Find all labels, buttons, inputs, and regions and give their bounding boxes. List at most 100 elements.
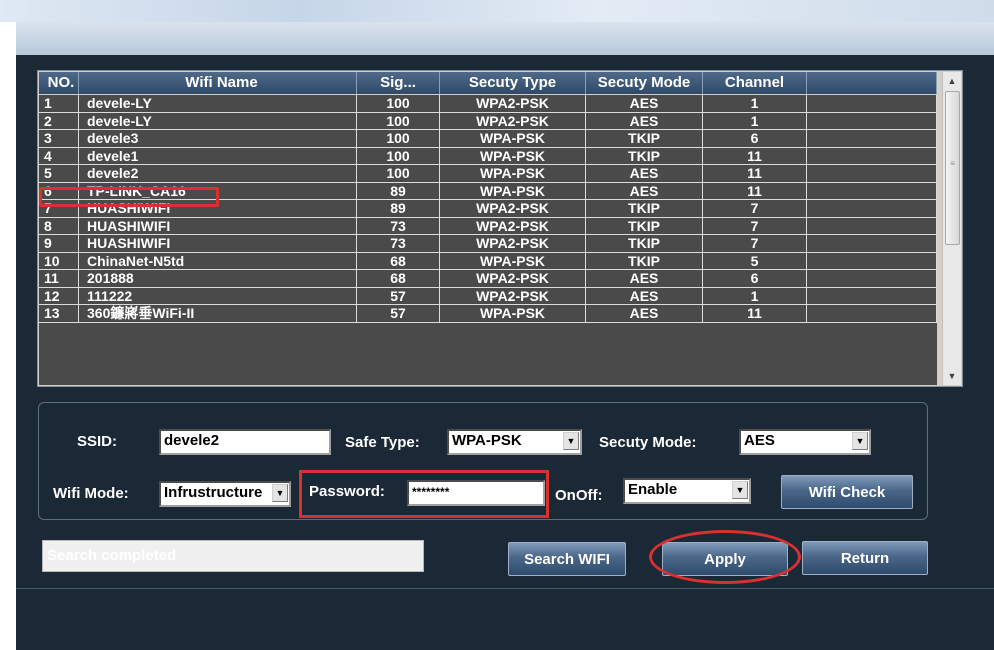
scroll-down-arrow-icon[interactable]: ▼ xyxy=(943,367,961,385)
onoff-label: OnOff: xyxy=(555,487,603,504)
safe-type-label: Safe Type: xyxy=(345,434,420,451)
table-cell: TKIP xyxy=(586,235,703,252)
table-cell: 100 xyxy=(357,147,440,164)
table-cell xyxy=(807,217,937,234)
wifi-list-table: NO. Wifi Name Sig... Secuty Type Secuty … xyxy=(37,70,963,387)
table-cell: 13 xyxy=(39,305,79,322)
column-header-wifi-name[interactable]: Wifi Name xyxy=(79,72,357,94)
column-header-blank xyxy=(807,72,937,94)
selected-network-highlight-box xyxy=(39,187,219,207)
table-row[interactable]: 12 111222 57 WPA2-PSK AES 1 xyxy=(39,287,937,305)
secuty-mode-label: Secuty Mode: xyxy=(599,434,697,451)
onoff-value: Enable xyxy=(628,481,678,498)
table-cell xyxy=(807,147,937,164)
table-cell: 10 xyxy=(39,252,79,269)
table-row[interactable]: 8 HUASHIWIFI 73 WPA2-PSK TKIP 7 xyxy=(39,217,937,235)
wifi-settings-window: NO. Wifi Name Sig... Secuty Type Secuty … xyxy=(16,22,994,650)
table-cell xyxy=(807,112,937,129)
table-cell xyxy=(807,95,937,112)
table-cell: 7 xyxy=(703,217,807,234)
wifi-mode-label: Wifi Mode: xyxy=(53,485,129,502)
table-cell: 57 xyxy=(357,305,440,322)
table-cell: 1 xyxy=(39,95,79,112)
table-cell: devele2 xyxy=(79,165,357,182)
table-cell: 6 xyxy=(703,130,807,147)
table-cell: 4 xyxy=(39,147,79,164)
table-row[interactable]: 4 devele1 100 WPA-PSK TKIP 11 xyxy=(39,147,937,165)
table-cell: TKIP xyxy=(586,130,703,147)
table-cell: devele3 xyxy=(79,130,357,147)
wifi-mode-select[interactable]: Infrustructure ▼ xyxy=(159,481,291,507)
apply-highlight-ellipse xyxy=(649,530,801,584)
table-row[interactable]: 3 devele3 100 WPA-PSK TKIP 6 xyxy=(39,130,937,148)
table-cell: devele-LY xyxy=(79,95,357,112)
table-cell: 6 xyxy=(703,270,807,287)
column-header-no[interactable]: NO. xyxy=(39,72,79,94)
table-row[interactable]: 2 devele-LY 100 WPA2-PSK AES 1 xyxy=(39,112,937,130)
table-cell: AES xyxy=(586,287,703,304)
table-cell: 11 xyxy=(703,305,807,322)
chevron-down-icon[interactable]: ▼ xyxy=(732,481,748,499)
chevron-down-icon[interactable]: ▼ xyxy=(272,484,288,502)
table-cell: devele1 xyxy=(79,147,357,164)
table-cell: AES xyxy=(586,112,703,129)
table-row[interactable]: 5 devele2 100 WPA-PSK AES 11 xyxy=(39,165,937,183)
table-cell: WPA2-PSK xyxy=(440,217,586,234)
password-highlight-box xyxy=(299,470,549,518)
table-cell: 7 xyxy=(703,200,807,217)
column-header-secuty-mode[interactable]: Secuty Mode xyxy=(586,72,703,94)
column-header-signal[interactable]: Sig... xyxy=(357,72,440,94)
table-cell: WPA-PSK xyxy=(440,182,586,199)
scroll-thumb[interactable]: ≡ xyxy=(945,91,960,245)
table-cell: WPA-PSK xyxy=(440,252,586,269)
ssid-label: SSID: xyxy=(77,433,118,450)
search-wifi-button[interactable]: Search WIFI xyxy=(508,542,626,576)
table-cell: 11 xyxy=(703,165,807,182)
table-cell xyxy=(807,130,937,147)
table-cell: 111222 xyxy=(79,287,357,304)
table-cell: 1 xyxy=(703,287,807,304)
table-row[interactable]: 13 360鐮嶈垂WiFi-II 57 WPA-PSK AES 11 xyxy=(39,305,937,323)
table-row[interactable]: 1 devele-LY 100 WPA2-PSK AES 1 xyxy=(39,95,937,113)
table-cell xyxy=(807,182,937,199)
safe-type-value: WPA-PSK xyxy=(452,432,522,449)
table-cell xyxy=(807,270,937,287)
table-cell: WPA-PSK xyxy=(440,130,586,147)
table-cell: TKIP xyxy=(586,217,703,234)
table-cell: 100 xyxy=(357,95,440,112)
table-cell xyxy=(807,200,937,217)
table-cell: 11 xyxy=(703,182,807,199)
table-body: 1 devele-LY 100 WPA2-PSK AES 1 2 devele-LY 100 WP… xyxy=(39,95,937,385)
scroll-up-arrow-icon[interactable]: ▲ xyxy=(943,72,961,90)
table-cell: 9 xyxy=(39,235,79,252)
column-header-secuty-type[interactable]: Secuty Type xyxy=(440,72,586,94)
table-cell: WPA2-PSK xyxy=(440,200,586,217)
grip-icon: ≡ xyxy=(950,159,955,168)
chevron-down-icon[interactable]: ▼ xyxy=(852,432,868,450)
ssid-field[interactable]: devele2 xyxy=(159,429,331,455)
table-row[interactable]: 11 201888 68 WPA2-PSK AES 6 xyxy=(39,270,937,288)
table-cell: WPA2-PSK xyxy=(440,235,586,252)
safe-type-select[interactable]: WPA-PSK ▼ xyxy=(447,429,582,455)
table-cell: AES xyxy=(586,270,703,287)
onoff-select[interactable]: Enable ▼ xyxy=(623,478,751,504)
wifi-check-button[interactable]: Wifi Check xyxy=(781,475,913,509)
column-header-channel[interactable]: Channel xyxy=(703,72,807,94)
table-cell: ChinaNet-N5td xyxy=(79,252,357,269)
return-button[interactable]: Return xyxy=(802,541,928,575)
table-cell: WPA2-PSK xyxy=(440,270,586,287)
table-row[interactable]: 9 HUASHIWIFI 73 WPA2-PSK TKIP 7 xyxy=(39,235,937,253)
table-cell: 201888 xyxy=(79,270,357,287)
table-cell: 100 xyxy=(357,112,440,129)
chevron-down-icon[interactable]: ▼ xyxy=(563,432,579,450)
divider xyxy=(16,588,994,589)
table-row[interactable]: 10 ChinaNet-N5td 68 WPA-PSK TKIP 5 xyxy=(39,252,937,270)
table-cell: 100 xyxy=(357,165,440,182)
secuty-mode-select[interactable]: AES ▼ xyxy=(739,429,871,455)
table-scrollbar[interactable]: ▲ ≡ ▼ xyxy=(942,72,961,385)
browser-top-bar xyxy=(0,0,994,22)
table-cell: 11 xyxy=(703,147,807,164)
table-cell: 11 xyxy=(39,270,79,287)
table-cell: TKIP xyxy=(586,252,703,269)
table-cell: HUASHIWIFI xyxy=(79,235,357,252)
